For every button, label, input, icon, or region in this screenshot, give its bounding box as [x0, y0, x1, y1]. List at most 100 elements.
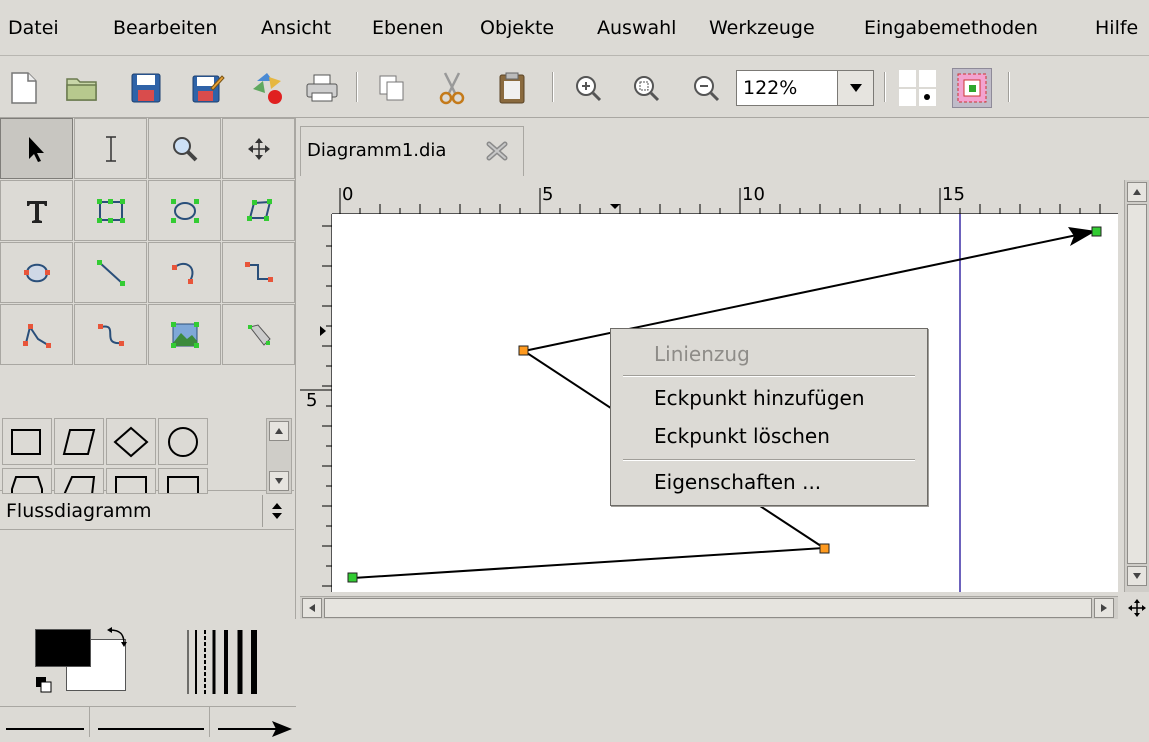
tool-image[interactable]	[148, 304, 221, 365]
document-tab[interactable]: Diagramm1.dia	[300, 126, 524, 176]
new-file-button[interactable]	[4, 68, 44, 108]
zoom-fit-icon	[634, 76, 660, 102]
copy-icon	[379, 75, 404, 101]
line-width-selector[interactable]	[186, 630, 260, 694]
sheet-spin-button[interactable]	[262, 495, 290, 527]
tool-bezierline[interactable]	[74, 304, 147, 365]
add-corner-menu-item[interactable]: Eckpunkt hinzufügen	[611, 381, 927, 415]
shape-decision[interactable]	[106, 418, 156, 465]
menu-auswahl[interactable]: Auswahl	[597, 17, 676, 39]
menu-datei[interactable]: Datei	[8, 17, 59, 39]
tool-box[interactable]	[74, 180, 147, 241]
shape-process[interactable]	[2, 418, 52, 465]
save-as-icon	[192, 75, 225, 103]
ruler-label: 5	[542, 184, 554, 205]
shape-manual-operation[interactable]	[158, 468, 208, 494]
foreground-color-swatch[interactable]	[35, 629, 91, 667]
scroll-right-button[interactable]	[1094, 598, 1114, 618]
text-t-icon	[26, 200, 47, 223]
shape-list-scrollbar[interactable]	[266, 418, 292, 494]
menu-hilfe[interactable]: Hilfe	[1095, 17, 1138, 39]
tool-polygon[interactable]	[222, 180, 295, 241]
tool-zigzagline[interactable]	[222, 242, 295, 303]
open-button[interactable]	[62, 68, 102, 108]
zoom-input[interactable]: 122%	[737, 71, 837, 105]
scroll-thumb[interactable]	[1127, 204, 1147, 564]
scroll-thumb[interactable]	[324, 598, 1092, 618]
menu-ansicht[interactable]: Ansicht	[261, 17, 331, 39]
delete-corner-menu-item[interactable]: Eckpunkt löschen	[611, 419, 927, 453]
reset-colors-icon[interactable]	[35, 676, 53, 694]
parallelogram-shape-icon	[62, 428, 96, 455]
pointer-arrow-icon	[28, 136, 44, 162]
close-icon[interactable]	[485, 140, 509, 162]
copy-button[interactable]	[372, 68, 412, 108]
polygon-icon	[246, 198, 272, 221]
tool-polyline[interactable]	[0, 304, 73, 365]
cut-button[interactable]	[432, 68, 472, 108]
tool-text-edit[interactable]	[74, 118, 147, 179]
shape-input-output[interactable]	[54, 418, 104, 465]
sheet-selector[interactable]: Flussdiagramm	[0, 490, 294, 530]
ruler-label: 0	[342, 184, 354, 205]
tool-beziergon[interactable]	[0, 242, 73, 303]
circle-shape-icon	[168, 426, 198, 457]
zoom-in-button[interactable]	[568, 68, 608, 108]
line-widths-icon	[187, 630, 257, 694]
scroll-left-button[interactable]	[302, 598, 322, 618]
tool-arc[interactable]	[148, 242, 221, 303]
zoom-fit-button[interactable]	[626, 68, 666, 108]
tool-line[interactable]	[74, 242, 147, 303]
scroll-down-button[interactable]	[269, 471, 289, 491]
scroll-down-button[interactable]	[1127, 566, 1147, 586]
horizontal-scrollbar[interactable]	[300, 596, 1118, 619]
chevron-down-icon	[849, 84, 862, 92]
shape-manual-input[interactable]	[54, 468, 104, 494]
zoom-dropdown-button[interactable]	[837, 71, 873, 105]
export-button[interactable]	[248, 68, 288, 108]
menu-werkzeuge[interactable]: Werkzeuge	[709, 17, 815, 39]
scroll-up-button[interactable]	[269, 421, 289, 441]
triangle-up-icon	[275, 428, 283, 434]
tool-ellipse[interactable]	[148, 180, 221, 241]
tool-pointer[interactable]	[0, 118, 73, 179]
save-as-button[interactable]	[188, 68, 228, 108]
box-shape-icon	[167, 476, 199, 493]
grid-toggle-button[interactable]	[898, 68, 938, 108]
shape-preparation[interactable]	[2, 468, 52, 494]
navigation-icon[interactable]	[1127, 598, 1147, 618]
box-icon	[96, 198, 125, 223]
tool-outline[interactable]	[222, 304, 295, 365]
menu-objekte[interactable]: Objekte	[480, 17, 554, 39]
start-arrow-selector[interactable]	[0, 707, 90, 737]
ruler-label: 5	[306, 390, 318, 411]
snap-to-grid-button[interactable]	[952, 68, 992, 108]
zoom-combobox[interactable]: 122%	[736, 70, 874, 106]
end-arrow-selector[interactable]	[212, 707, 296, 737]
context-menu: Linienzug Eckpunkt hinzufügen Eckpunkt l…	[610, 328, 928, 506]
swap-colors-icon[interactable]	[106, 626, 128, 648]
properties-menu-item[interactable]: Eigenschaften ...	[611, 465, 927, 499]
toolbar-separator	[1008, 72, 1010, 102]
zoom-out-button[interactable]	[686, 68, 726, 108]
polyline-end-handle	[347, 572, 358, 583]
shape-connector[interactable]	[158, 418, 208, 465]
line-style-selector[interactable]	[92, 707, 210, 737]
tool-text[interactable]	[0, 180, 73, 241]
save-icon	[131, 73, 161, 103]
menu-eingabemethoden[interactable]: Eingabemethoden	[864, 17, 1038, 39]
scroll-up-button[interactable]	[1127, 182, 1147, 202]
sheet-name: Flussdiagramm	[6, 500, 152, 522]
shape-document[interactable]	[106, 468, 156, 494]
paste-button[interactable]	[492, 68, 532, 108]
save-button[interactable]	[126, 68, 166, 108]
menu-bearbeiten[interactable]: Bearbeiten	[113, 17, 217, 39]
text-cursor-icon	[105, 135, 116, 162]
tool-magnify[interactable]	[148, 118, 221, 179]
menu-ebenen[interactable]: Ebenen	[372, 17, 444, 39]
tool-scroll[interactable]	[222, 118, 295, 179]
zigzag-line-icon	[244, 261, 273, 282]
print-button[interactable]	[302, 68, 342, 108]
triangle-down-icon	[275, 478, 283, 484]
vertical-scrollbar[interactable]	[1124, 180, 1149, 592]
